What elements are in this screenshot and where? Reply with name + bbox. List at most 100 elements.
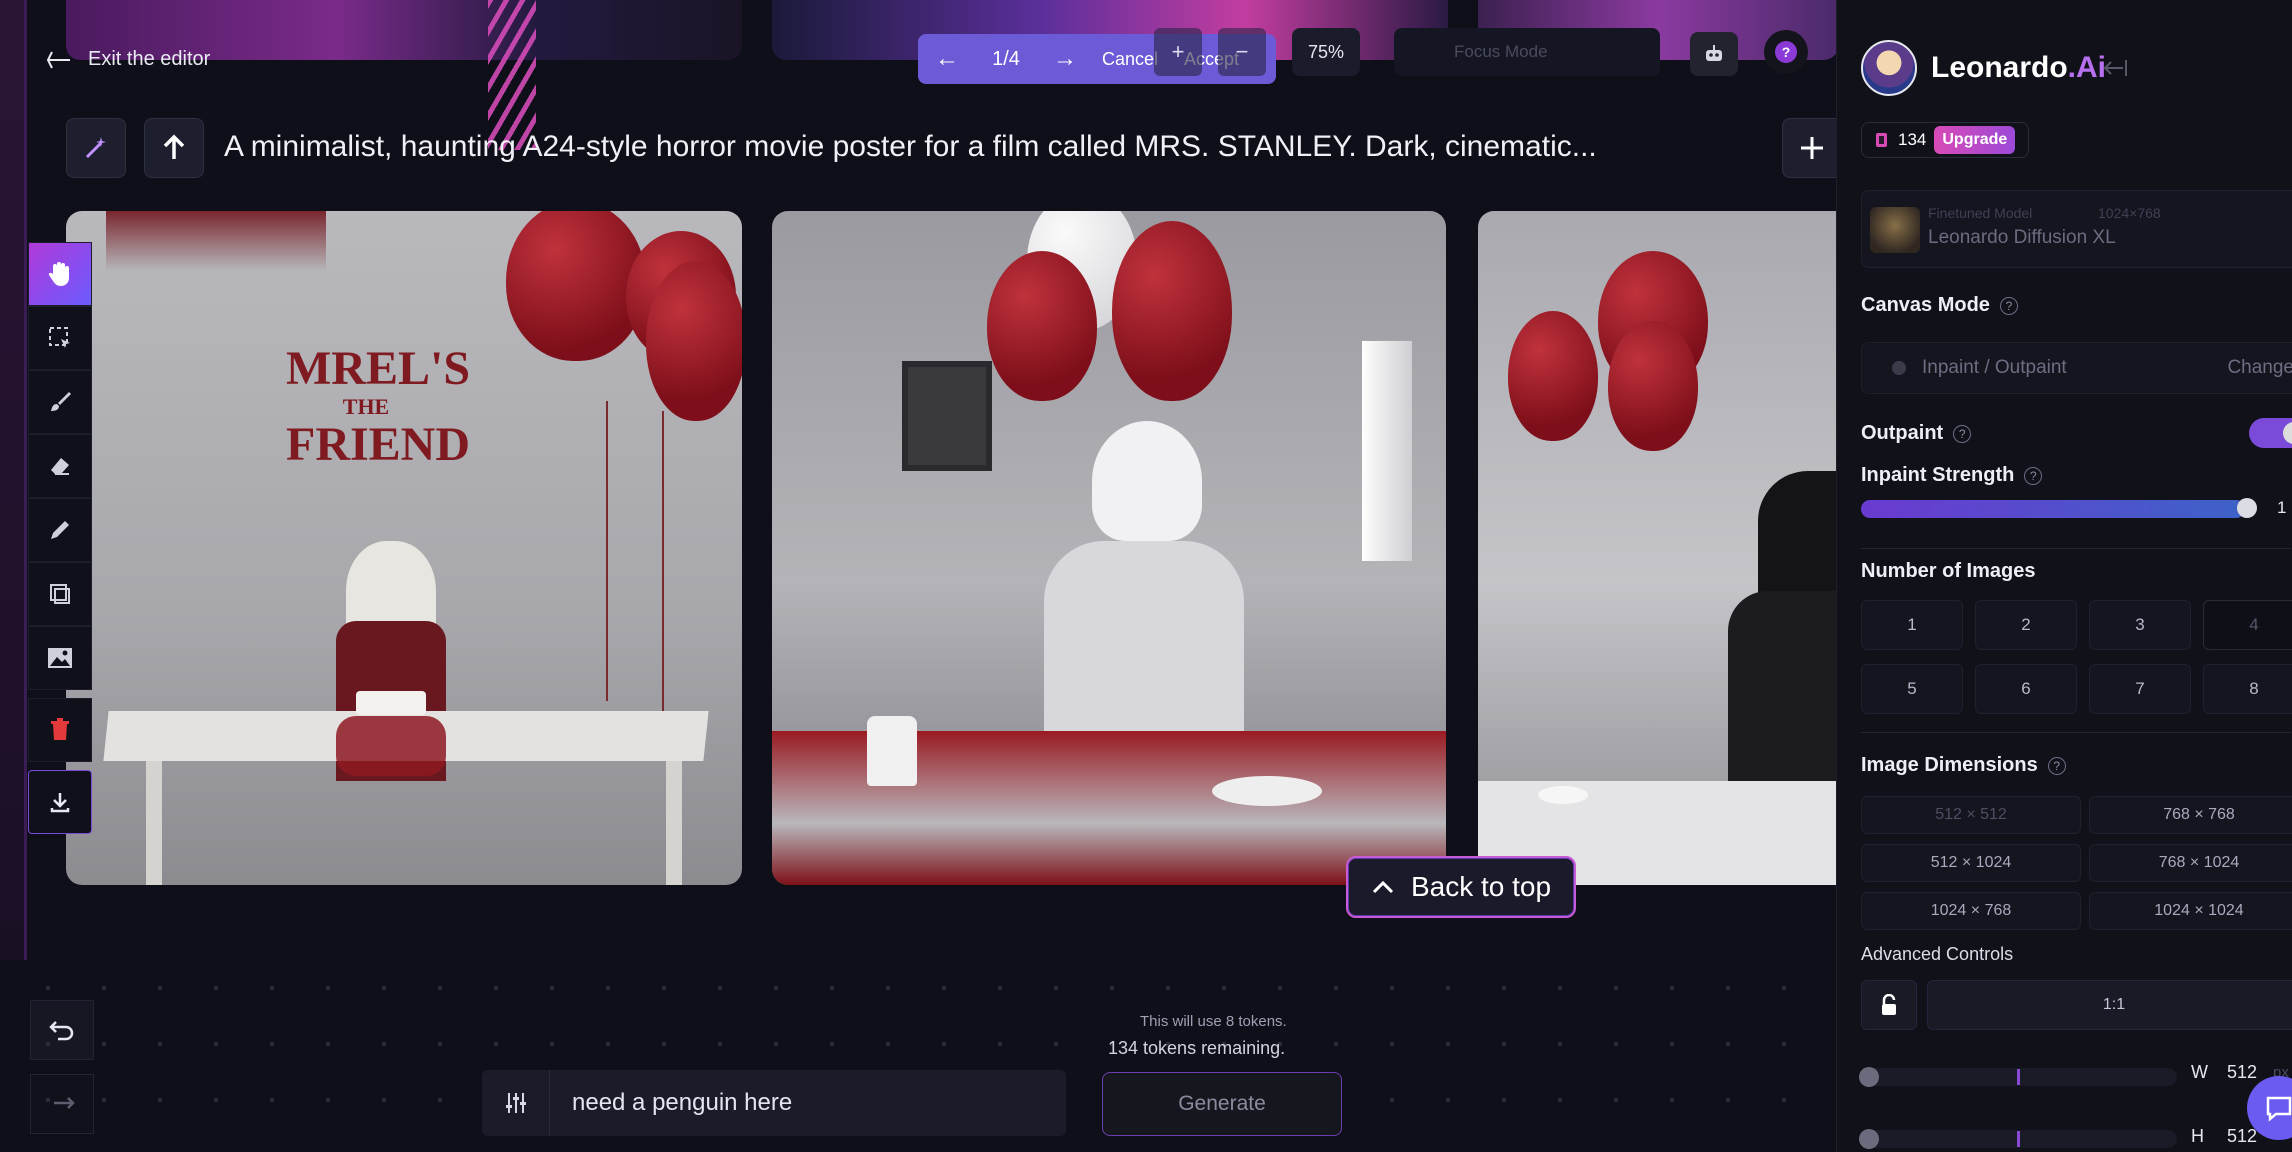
pencil-tool[interactable] xyxy=(28,498,92,562)
wall-writing: MREL'S THE FRIEND xyxy=(286,342,471,471)
layers-tool[interactable] xyxy=(28,562,92,626)
wall-frame xyxy=(902,361,992,471)
generated-image-3[interactable] xyxy=(1478,211,1836,885)
focus-mode-label: Focus Mode xyxy=(1454,42,1548,61)
sliders-icon[interactable] xyxy=(482,1070,550,1136)
help-icon: ? xyxy=(2047,756,2066,775)
lock-icon xyxy=(1882,994,1896,1015)
trash-icon xyxy=(51,718,69,740)
brush-icon xyxy=(51,392,71,411)
dim-768x1024[interactable]: 768 × 1024 xyxy=(2089,844,2292,882)
inpaint-prompt-input[interactable] xyxy=(550,1070,1066,1136)
dim-1024x768[interactable]: 1024 × 768 xyxy=(1861,892,2081,930)
model-thumbnail xyxy=(1870,207,1920,253)
model-name: Leonardo Diffusion XL xyxy=(1928,227,2116,248)
hand-tool[interactable] xyxy=(28,242,92,306)
height-slider[interactable] xyxy=(1859,1129,2177,1149)
prev-arrow-icon[interactable]: ← xyxy=(918,45,976,73)
generated-image-1[interactable]: MREL'S THE FRIEND xyxy=(66,211,742,885)
upgrade-button[interactable]: Upgrade xyxy=(1934,126,2016,154)
download-tool[interactable] xyxy=(28,770,92,834)
zoom-out-button[interactable]: − xyxy=(1218,28,1266,76)
hand-icon xyxy=(48,262,69,286)
dim-768x768[interactable]: 768 × 768 xyxy=(2089,796,2292,834)
inpaint-strength-knob[interactable] xyxy=(2237,498,2257,518)
editor-canvas[interactable]: Exit the editor ← 1/4 → Cancel Accept + … xyxy=(0,0,1836,1152)
token-icon xyxy=(1876,133,1887,147)
exit-editor-button[interactable]: Exit the editor xyxy=(46,48,210,71)
zoom-in-button[interactable]: + xyxy=(1154,28,1202,76)
width-slider[interactable] xyxy=(1859,1067,2177,1087)
num-images-2[interactable]: 2 xyxy=(1975,600,2077,650)
inpaint-strength-label: Inpaint Strength? xyxy=(1861,464,2043,487)
tool-palette xyxy=(28,242,96,834)
image-tool[interactable] xyxy=(28,626,92,690)
num-images-7[interactable]: 7 xyxy=(2089,664,2191,714)
num-images-6[interactable]: 6 xyxy=(1975,664,2077,714)
exit-editor-label: Exit the editor xyxy=(88,48,211,70)
cake xyxy=(356,691,426,715)
num-images-3[interactable]: 3 xyxy=(2089,600,2191,650)
image-dimensions-title: Image Dimensions? xyxy=(1861,754,2066,777)
inpaint-strength-slider[interactable] xyxy=(1861,500,2245,518)
select-icon xyxy=(49,327,70,348)
tokens-remaining: 134 tokens remaining. xyxy=(1108,1038,1286,1058)
magic-wand-icon[interactable] xyxy=(66,118,126,178)
num-images-5[interactable]: 5 xyxy=(1861,664,1963,714)
delete-tool[interactable] xyxy=(28,698,92,762)
canvas-mode-selector[interactable]: Inpaint / Outpaint Change xyxy=(1861,342,2292,394)
arrow-up-icon[interactable] xyxy=(144,118,204,178)
inpaint-prompt xyxy=(482,1070,1066,1136)
back-to-top-label: Back to top xyxy=(1410,871,1552,902)
dim-512x512[interactable]: 512 × 512 xyxy=(1861,796,2081,834)
eraser-tool[interactable] xyxy=(28,434,92,498)
width-value[interactable]: 512 xyxy=(2227,1062,2257,1083)
window xyxy=(1362,341,1412,561)
focus-mode-button[interactable]: Focus Mode xyxy=(1394,28,1660,76)
layers-icon xyxy=(50,584,70,604)
height-label: H xyxy=(2191,1126,2204,1146)
model-selector[interactable]: Finetuned Model 1024×768 Leonardo Diffus… xyxy=(1861,190,2292,268)
num-images-8[interactable]: 8 xyxy=(2203,664,2292,714)
generate-button[interactable]: Generate xyxy=(1102,1072,1342,1136)
change-mode-button[interactable]: Change xyxy=(2227,357,2292,379)
brand: Leonardo.Ai xyxy=(1861,40,2106,96)
lock-aspect-button[interactable] xyxy=(1861,980,1917,1030)
settings-sidebar: Leonardo.Ai 134 Upgrade Finetuned Model … xyxy=(1836,0,2292,1152)
download-icon xyxy=(50,793,70,813)
help-icon[interactable]: ? xyxy=(1764,30,1808,74)
num-images-1[interactable]: 1 xyxy=(1861,600,1963,650)
outpaint-label: Outpaint? xyxy=(1861,422,1972,445)
figure-head xyxy=(1092,421,1202,541)
help-icon: ? xyxy=(1999,296,2018,315)
chevron-up-icon xyxy=(1372,880,1394,894)
width-label: W xyxy=(2191,1062,2208,1082)
dim-512x1024[interactable]: 512 × 1024 xyxy=(1861,844,2081,882)
number-of-images-title: Number of Images xyxy=(1861,560,2036,582)
cancel-button[interactable]: Cancel xyxy=(1102,49,1158,70)
next-arrow-icon[interactable]: → xyxy=(1036,45,1094,73)
dim-1024x1024[interactable]: 1024 × 1024 xyxy=(2089,892,2292,930)
collapse-sidebar-icon[interactable] xyxy=(2101,58,2129,83)
selection-hatch xyxy=(488,0,536,150)
token-cost-note: This will use 8 tokens. xyxy=(1140,1013,1287,1030)
prompt-text: A minimalist, haunting A24-style horror … xyxy=(224,130,1597,163)
token-balance: 134 Upgrade xyxy=(1861,122,2029,158)
outpaint-toggle[interactable] xyxy=(2249,418,2292,448)
generated-image-2[interactable] xyxy=(772,211,1446,885)
plus-icon[interactable] xyxy=(1782,118,1836,178)
num-images-4[interactable]: 4 xyxy=(2203,600,2292,650)
arrow-left-icon xyxy=(46,51,70,68)
brush-tool[interactable] xyxy=(28,370,92,434)
canvas-edge xyxy=(0,0,26,960)
select-tool[interactable] xyxy=(28,306,92,370)
aspect-ratio-select[interactable]: 1:1 xyxy=(1927,980,2292,1030)
advanced-controls-label: Advanced Controls xyxy=(1861,944,2014,964)
zoom-level[interactable]: 75% xyxy=(1292,28,1360,76)
robot-icon[interactable] xyxy=(1690,32,1738,76)
eraser-icon xyxy=(51,458,69,475)
pager-count: 1/4 xyxy=(992,47,1020,70)
back-to-top-button[interactable]: Back to top xyxy=(1346,856,1576,918)
height-value[interactable]: 512 xyxy=(2227,1126,2257,1147)
leonardo-logo xyxy=(1861,40,1917,96)
